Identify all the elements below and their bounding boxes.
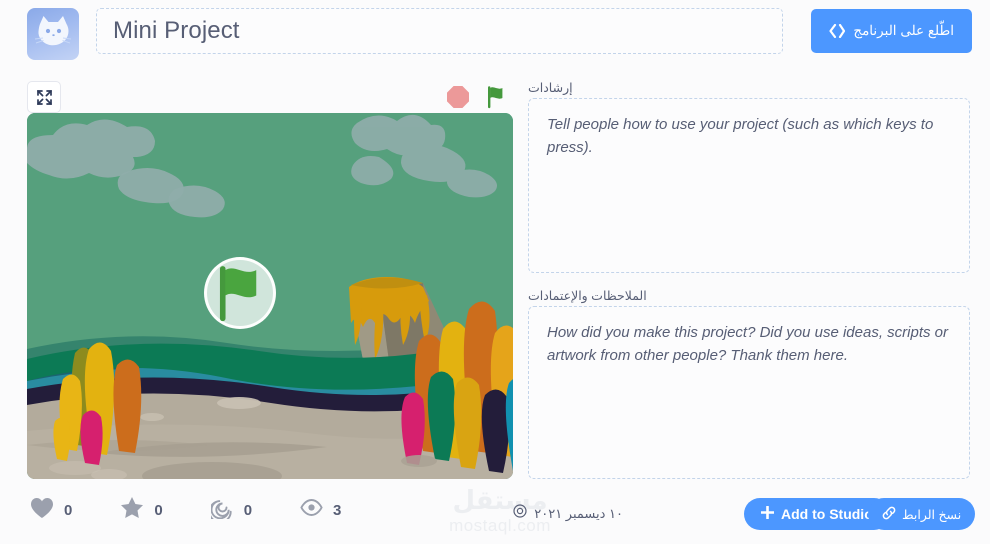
stat-remixes[interactable]: 0 bbox=[208, 496, 253, 524]
stat-views-count: 3 bbox=[333, 501, 342, 519]
copy-link-button[interactable]: نسخ الرابط bbox=[868, 498, 976, 530]
credits-placeholder: How did you make this project? Did you u… bbox=[547, 324, 949, 365]
heart-icon bbox=[30, 497, 54, 524]
page-header: Mini Project اطّلع على البرنامج bbox=[0, 0, 990, 62]
stat-loves-count: 0 bbox=[64, 501, 73, 519]
see-inside-label: اطّلع على البرنامج bbox=[853, 23, 954, 38]
instructions-label: إرشادات bbox=[528, 81, 573, 95]
link-chain-icon bbox=[882, 506, 896, 523]
project-title-text: Mini Project bbox=[113, 17, 240, 44]
shared-date-text: ١٠ ديسمبر ٢٠٢١ bbox=[534, 505, 623, 521]
credits-label: الملاحظات والإعتمادات bbox=[528, 289, 647, 303]
stat-loves[interactable]: 0 bbox=[30, 497, 72, 524]
copy-link-label: نسخ الرابط bbox=[902, 507, 962, 522]
stat-favorites[interactable]: 0 bbox=[120, 496, 163, 524]
stat-favorites-count: 0 bbox=[154, 501, 163, 519]
credits-textarea[interactable]: How did you make this project? Did you u… bbox=[528, 306, 970, 479]
clock-spiral-icon bbox=[513, 504, 527, 523]
project-title-input[interactable]: Mini Project bbox=[96, 8, 783, 54]
cat-avatar-icon bbox=[27, 8, 79, 60]
add-to-studio-label: Add to Studio bbox=[781, 506, 873, 522]
instructions-textarea[interactable]: Tell people how to use your project (suc… bbox=[528, 98, 970, 273]
remix-spiral-icon bbox=[208, 496, 234, 524]
project-stats: 0 0 0 3 bbox=[30, 496, 389, 524]
fullscreen-expand-icon[interactable] bbox=[27, 81, 61, 113]
plus-icon bbox=[760, 505, 775, 522]
player-control-bar bbox=[27, 81, 513, 113]
project-page: Mini Project اطّلع على البرنامج 0 0 0 3 … bbox=[0, 0, 990, 544]
code-brackets-icon bbox=[829, 24, 846, 38]
eye-icon bbox=[300, 498, 323, 522]
project-stage[interactable] bbox=[27, 113, 513, 479]
green-flag-start-overlay[interactable] bbox=[204, 257, 276, 329]
shared-date: ١٠ ديسمبر ٢٠٢١ bbox=[513, 504, 623, 523]
star-icon bbox=[120, 496, 144, 524]
green-flag-icon bbox=[219, 266, 257, 322]
instructions-placeholder: Tell people how to use your project (suc… bbox=[547, 116, 934, 157]
green-flag-icon[interactable] bbox=[483, 84, 509, 110]
see-inside-button[interactable]: اطّلع على البرنامج bbox=[811, 9, 972, 53]
stat-views[interactable]: 3 bbox=[300, 498, 341, 522]
stop-octagon-icon[interactable] bbox=[447, 86, 469, 108]
stat-remixes-count: 0 bbox=[243, 501, 253, 519]
